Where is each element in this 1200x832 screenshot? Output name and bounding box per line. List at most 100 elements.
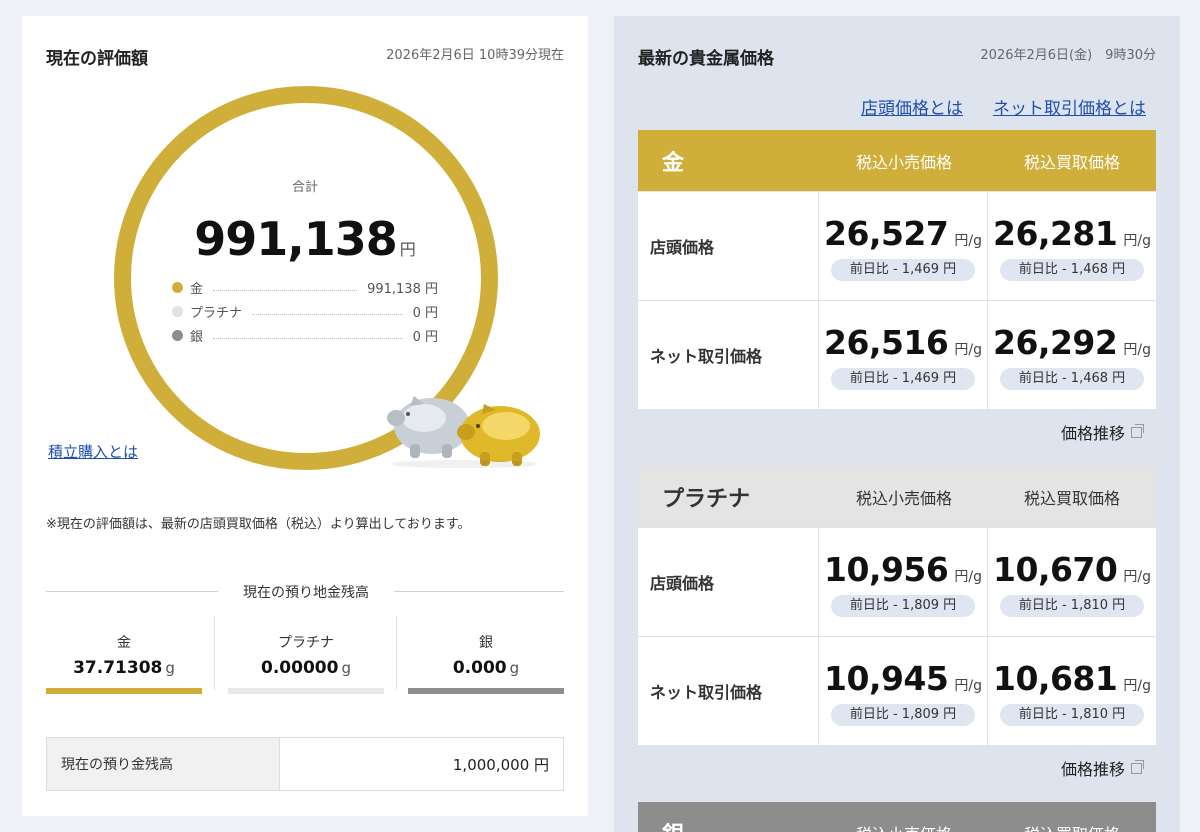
price-value: 26,516 bbox=[824, 323, 949, 362]
price-unit: 円/g bbox=[1123, 342, 1151, 358]
donut-total-label: 合計 bbox=[291, 180, 318, 195]
balance-amount: 0.00000 bbox=[261, 658, 339, 678]
price-unit: 円/g bbox=[1123, 233, 1151, 249]
price-cell: 10,956 円/g 前日比 - 1,809 円 bbox=[819, 528, 987, 636]
column-divider bbox=[214, 616, 215, 690]
balance-name: プラチナ bbox=[278, 635, 334, 651]
legend-leader bbox=[213, 283, 358, 291]
legend-name: 銀 bbox=[190, 329, 204, 345]
row-label: 店頭価格 bbox=[638, 528, 818, 636]
gold-dot-icon bbox=[172, 281, 183, 293]
legend-name: 金 bbox=[190, 281, 204, 297]
trend-label: 価格推移 bbox=[1060, 424, 1125, 443]
price-value: 10,670 bbox=[993, 550, 1118, 589]
store-price-link[interactable]: 店頭価格とは bbox=[861, 94, 963, 119]
metal-name: プラチナ bbox=[662, 486, 751, 512]
price-unit: 円/g bbox=[1123, 678, 1151, 694]
price-unit: 円/g bbox=[954, 678, 982, 694]
donut-total: 991,138 円 bbox=[22, 212, 588, 266]
balance-unit: g bbox=[165, 659, 175, 677]
legend-leader bbox=[252, 307, 403, 315]
price-change-badge: 前日比 - 1,810 円 bbox=[1000, 595, 1144, 617]
row-label: 店頭価格 bbox=[638, 192, 818, 300]
table-row: ネット取引価格 10,945 円/g 前日比 - 1,809 円 10,681 円/… bbox=[638, 637, 1156, 745]
platinum-price-table: プラチナ 税込小売価格 税込買取価格 店頭価格 10,956 円/g 前日比 - … bbox=[638, 466, 1156, 745]
piggy-bank-illustration bbox=[387, 396, 540, 468]
prices-title: 最新の貴金属価格 bbox=[638, 49, 774, 69]
cash-balance-value: 1,000,000 円 bbox=[452, 755, 549, 774]
price-change-badge: 前日比 - 1,468 円 bbox=[1000, 368, 1144, 390]
price-change-badge: 前日比 - 1,810 円 bbox=[1000, 704, 1144, 726]
price-change-badge: 前日比 - 1,809 円 bbox=[831, 704, 975, 726]
col-buyback: 税込買取価格 bbox=[988, 821, 1156, 832]
price-value: 26,281 bbox=[993, 214, 1118, 253]
price-value: 10,956 bbox=[824, 550, 949, 589]
balance-unit: g bbox=[341, 659, 351, 677]
legend-name: プラチナ bbox=[190, 305, 243, 321]
balance-value: 0.000 g bbox=[408, 658, 564, 678]
table-header: 金 税込小売価格 税込買取価格 bbox=[638, 130, 1156, 191]
price-value: 10,945 bbox=[824, 659, 949, 698]
balance-bar bbox=[228, 688, 384, 694]
row-label: ネット取引価格 bbox=[638, 637, 818, 745]
price-cell: 26,527 円/g 前日比 - 1,469 円 bbox=[819, 192, 987, 300]
price-unit: 円/g bbox=[954, 233, 982, 249]
price-cell: 26,281 円/g 前日比 - 1,468 円 bbox=[988, 192, 1156, 300]
balance-value: 37.71308 g bbox=[46, 658, 202, 678]
price-change-badge: 前日比 - 1,809 円 bbox=[831, 595, 975, 617]
metal-name: 銀 bbox=[638, 817, 820, 832]
net-price-link[interactable]: ネット取引価格とは bbox=[993, 94, 1146, 119]
silver-price-table: 銀 税込小売価格 税込買取価格 bbox=[638, 802, 1156, 832]
price-unit: 円/g bbox=[1123, 569, 1151, 585]
table-row: ネット取引価格 26,516 円/g 前日比 - 1,469 円 26,292 円/… bbox=[638, 301, 1156, 409]
table-row: 店頭価格 26,527 円/g 前日比 - 1,469 円 26,281 円/g 前… bbox=[638, 192, 1156, 300]
price-cell: 10,945 円/g 前日比 - 1,809 円 bbox=[819, 637, 987, 745]
valuation-title: 現在の評価額 bbox=[46, 49, 148, 69]
cash-balance: 現在の預り金残高 1,000,000 円 bbox=[46, 737, 564, 791]
legend-value: 0 円 bbox=[412, 305, 438, 321]
price-cell: 10,670 円/g 前日比 - 1,810 円 bbox=[988, 528, 1156, 636]
row-label: ネット取引価格 bbox=[638, 301, 818, 409]
tsumitate-link[interactable]: 積立購入とは bbox=[48, 441, 138, 462]
legend-item-gold: 金 991,138 円 bbox=[172, 277, 438, 297]
gold-trend-link[interactable]: 価格推移 bbox=[1060, 420, 1144, 444]
col-retail: 税込小売価格 bbox=[855, 152, 952, 172]
valuation-panel: 現在の評価額 2026年2月6日 10時39分現在 合計 991,138 円 金 … bbox=[22, 16, 588, 816]
bullion-balance-title: 現在の預り地金残高 bbox=[243, 585, 369, 601]
metal-name: 金 bbox=[662, 150, 685, 176]
balance-bar bbox=[46, 688, 202, 694]
column-divider bbox=[396, 616, 397, 690]
col-buyback: 税込買取価格 bbox=[1023, 488, 1120, 508]
legend-item-silver: 銀 0 円 bbox=[172, 325, 438, 345]
external-link-icon bbox=[1131, 759, 1144, 774]
price-unit: 円/g bbox=[954, 569, 982, 585]
legend-value: 0 円 bbox=[412, 329, 438, 345]
platinum-dot-icon bbox=[172, 305, 183, 317]
legend-value: 991,138 円 bbox=[367, 281, 438, 297]
balance-gold: 金 37.71308 g bbox=[46, 616, 202, 696]
col-retail: 税込小売価格 bbox=[820, 821, 988, 832]
platinum-trend-link[interactable]: 価格推移 bbox=[1060, 756, 1144, 780]
balance-platinum: プラチナ 0.00000 g bbox=[228, 616, 384, 696]
balance-amount: 37.71308 bbox=[73, 658, 163, 678]
valuation-note: ※現在の評価額は、最新の店頭買取価格（税込）より算出しております。 bbox=[46, 517, 471, 532]
price-change-badge: 前日比 - 1,469 円 bbox=[831, 368, 975, 390]
legend-item-platinum: プラチナ 0 円 bbox=[172, 301, 438, 321]
cash-balance-label: 現在の預り金残高 bbox=[47, 738, 280, 790]
trend-label: 価格推移 bbox=[1060, 760, 1125, 779]
price-value: 26,527 bbox=[824, 214, 949, 253]
table-header: プラチナ 税込小売価格 税込買取価格 bbox=[638, 466, 1156, 527]
valuation-timestamp: 2026年2月6日 10時39分現在 bbox=[386, 48, 564, 63]
price-change-badge: 前日比 - 1,469 円 bbox=[831, 259, 975, 281]
price-change-badge: 前日比 - 1,468 円 bbox=[1000, 259, 1144, 281]
col-buyback: 税込買取価格 bbox=[1023, 152, 1120, 172]
price-cell: 26,292 円/g 前日比 - 1,468 円 bbox=[988, 301, 1156, 409]
price-cell: 10,681 円/g 前日比 - 1,810 円 bbox=[988, 637, 1156, 745]
balance-value: 0.00000 g bbox=[228, 658, 384, 678]
price-value: 10,681 bbox=[993, 659, 1118, 698]
price-cell: 26,516 円/g 前日比 - 1,469 円 bbox=[819, 301, 987, 409]
table-row: 店頭価格 10,956 円/g 前日比 - 1,809 円 10,670 円/g 前… bbox=[638, 528, 1156, 636]
prices-timestamp: 2026年2月6日(金) 9時30分 bbox=[980, 48, 1156, 63]
donut-total-value: 991,138 bbox=[194, 212, 398, 266]
balance-name: 金 bbox=[117, 635, 131, 651]
